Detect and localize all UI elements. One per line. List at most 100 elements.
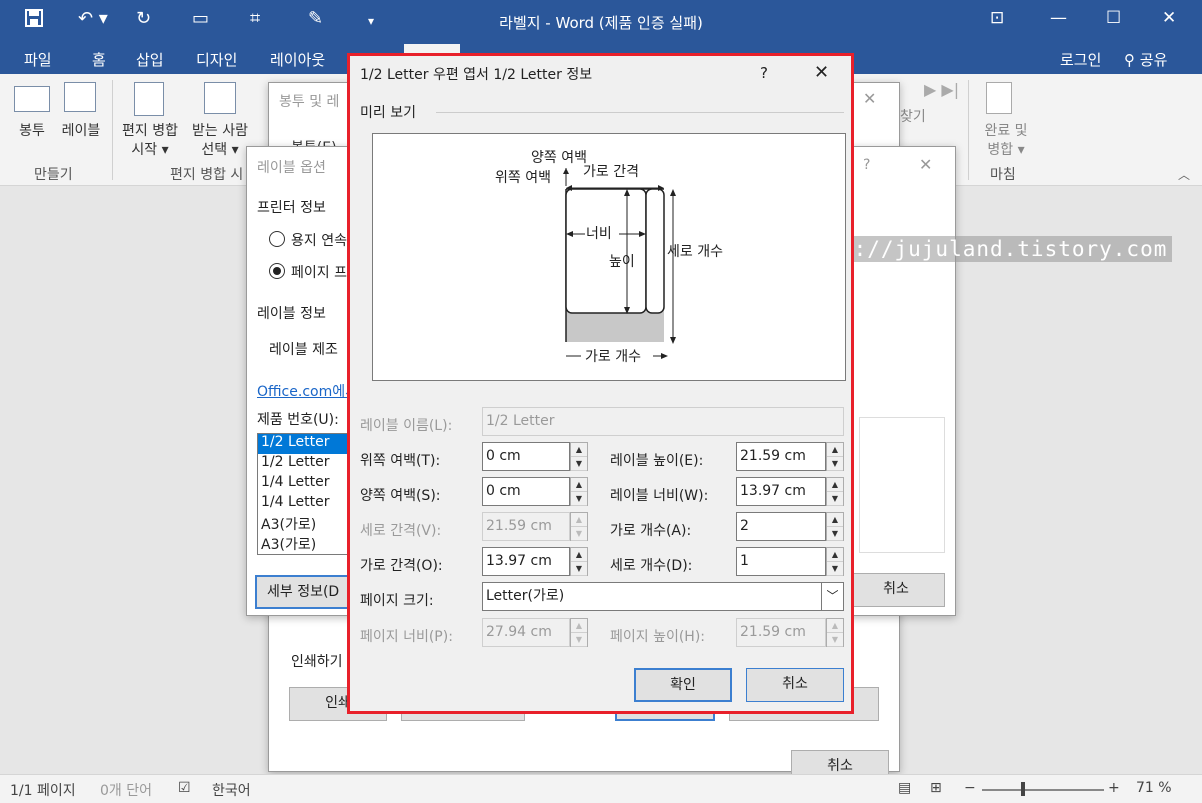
details-button[interactable]: 세부 정보(D [255, 575, 355, 609]
ribbon-separator [112, 80, 113, 180]
web-layout-icon[interactable]: ⊞ [930, 780, 942, 796]
page-printer-radio[interactable] [269, 263, 285, 279]
print-layout-icon[interactable]: ▤ [898, 780, 911, 796]
label-name-field[interactable]: 1/2 Letter [482, 407, 844, 436]
preview-diagram: 양쪽 여백 위쪽 여백 가로 간격 너비 높이 세로 개수 가로 개수 [372, 133, 846, 381]
product-list[interactable]: 1/2 Letter 1/2 Letter 1/4 Letter 1/4 Let… [257, 433, 357, 555]
help-icon[interactable]: ? [760, 64, 768, 82]
list-item[interactable]: 1/2 Letter [258, 454, 356, 474]
across-input[interactable]: 2 [736, 512, 826, 541]
find-recipient-button[interactable]: 찾기 [900, 108, 926, 127]
language[interactable]: 한국어 [212, 780, 251, 800]
label-h-pitch: 가로 간격 [583, 164, 639, 180]
preview-svg: 양쪽 여백 위쪽 여백 가로 간격 너비 높이 세로 개수 가로 개수 [495, 150, 723, 365]
page-size-select[interactable]: Letter(가로) [482, 582, 822, 611]
finish-merge-button[interactable]: 완료 및 병합 ▾ [974, 122, 1038, 160]
tab-insert[interactable]: 삽입 [136, 49, 164, 70]
across-spinner[interactable]: ▲ ▼ [826, 512, 844, 541]
list-item[interactable]: A3(가로) [258, 514, 356, 534]
zoom-in-icon[interactable]: + [1108, 780, 1120, 796]
v-pitch-spinner[interactable]: ▲ ▼ [570, 512, 588, 541]
list-item[interactable]: A3(가로) [258, 534, 356, 554]
close-icon[interactable]: ✕ [863, 89, 876, 108]
top-margin-label: 위쪽 여백(T): [360, 453, 441, 469]
top-margin-spinner[interactable]: ▲ ▼ [570, 442, 588, 471]
h-pitch-spinner[interactable]: ▲ ▼ [570, 547, 588, 576]
share-button[interactable]: ⚲ 공유 [1124, 49, 1167, 70]
label-width-label: 레이블 너비(W): [610, 488, 709, 504]
label-vendor-label: 레이블 제조 [269, 342, 338, 358]
label-height-spinner[interactable]: ▲ ▼ [826, 442, 844, 471]
side-margin-input[interactable]: 0 cm [482, 477, 570, 506]
list-item[interactable]: 1/4 Letter [258, 474, 356, 494]
label-details-dialog: 1/2 Letter 우편 엽서 1/2 Letter 정보 ? ✕ 미리 보기 [347, 53, 854, 714]
chevron-down-icon[interactable]: ﹀ [822, 582, 844, 611]
label-cell [565, 188, 647, 314]
label-vertical-count: 세로 개수 [667, 244, 723, 260]
page-height-input[interactable]: 21.59 cm [736, 618, 826, 647]
labels-button[interactable]: 레이블 [56, 122, 106, 141]
select-recipients-button[interactable]: 받는 사람 선택 ▾ [186, 122, 254, 160]
h-pitch-label: 가로 간격(O): [360, 558, 443, 574]
h-pitch-input[interactable]: 13.97 cm [482, 547, 570, 576]
page-width-input[interactable]: 27.94 cm [482, 618, 570, 647]
zoom-slider[interactable] [982, 789, 1104, 791]
page-height-label: 페이지 높이(H): [610, 629, 706, 645]
maximize-icon[interactable]: ☐ [1106, 8, 1121, 28]
preview-heading: 미리 보기 [360, 105, 416, 121]
label-width-input[interactable]: 13.97 cm [736, 477, 826, 506]
envelope-icon [14, 86, 50, 112]
collapse-ribbon-icon[interactable]: ︿ [1178, 166, 1190, 183]
nav-arrows-icon[interactable]: ▶ ▶| [924, 80, 959, 99]
cancel-button[interactable]: 취소 [847, 573, 945, 607]
label-height-label: 레이블 높이(E): [610, 453, 704, 469]
share-label: 공유 [1139, 51, 1168, 69]
close-window-icon[interactable]: ✕ [1162, 8, 1176, 28]
top-margin-input[interactable]: 0 cm [482, 442, 570, 471]
v-pitch-input[interactable]: 21.59 cm [482, 512, 570, 541]
cancel-button[interactable]: 취소 [746, 668, 844, 702]
close-icon[interactable]: ✕ [919, 155, 932, 174]
continuous-radio[interactable] [269, 231, 285, 247]
page-height-spinner[interactable]: ▲ ▼ [826, 618, 844, 647]
group-create-label: 만들기 [34, 167, 73, 183]
help-icon[interactable]: ? [863, 157, 870, 173]
dialog-title: 봉투 및 레 [279, 94, 340, 110]
down-input[interactable]: 1 [736, 547, 826, 576]
zoom-slider-thumb[interactable] [1021, 782, 1025, 796]
minimize-icon[interactable]: — [1050, 8, 1067, 28]
down-spinner[interactable]: ▲ ▼ [826, 547, 844, 576]
ribbon-display-icon[interactable]: ⊡ [990, 8, 1004, 28]
product-number-label: 제품 번호(U): [257, 412, 339, 428]
finish-merge-icon [986, 82, 1012, 114]
list-item[interactable]: 1/4 Letter [258, 494, 356, 514]
tab-home[interactable]: 홈 [92, 49, 106, 70]
group-finish-label: 마침 [990, 167, 1016, 183]
window-title: 라벨지 - Word (제품 인증 실패) [499, 14, 703, 32]
side-margin-label: 양쪽 여백(S): [360, 488, 441, 504]
label-cell [645, 188, 665, 314]
tab-layout[interactable]: 레이아웃 [270, 49, 325, 70]
side-margin-spinner[interactable]: ▲ ▼ [570, 477, 588, 506]
tab-file[interactable]: 파일 [24, 49, 52, 70]
label-height-input[interactable]: 21.59 cm [736, 442, 826, 471]
zoom-level[interactable]: 71 % [1136, 780, 1172, 796]
envelope-button[interactable]: 봉투 [10, 122, 54, 141]
start-mail-merge-button[interactable]: 편지 병합 시작 ▾ [116, 122, 184, 160]
label-height: 높이 [609, 254, 635, 270]
word-count[interactable]: 0개 단어 [100, 780, 152, 800]
close-icon[interactable]: ✕ [814, 62, 829, 83]
office-link[interactable]: Office.com에서 [257, 381, 358, 401]
ok-button[interactable]: 확인 [634, 668, 732, 702]
login-link[interactable]: 로그인 [1060, 49, 1101, 70]
page-count[interactable]: 1/1 페이지 [10, 780, 76, 800]
zoom-out-icon[interactable]: − [964, 780, 976, 796]
page-width-spinner[interactable]: ▲ ▼ [570, 618, 588, 647]
dialog-title: 1/2 Letter 우편 엽서 1/2 Letter 정보 [360, 67, 593, 83]
label-width: 너비 [586, 226, 612, 242]
page-size-label: 페이지 크기: [360, 593, 434, 609]
list-item[interactable]: 1/2 Letter [258, 434, 356, 454]
tab-design[interactable]: 디자인 [196, 49, 237, 70]
label-width-spinner[interactable]: ▲ ▼ [826, 477, 844, 506]
proofing-icon[interactable]: ☑ [178, 780, 191, 796]
